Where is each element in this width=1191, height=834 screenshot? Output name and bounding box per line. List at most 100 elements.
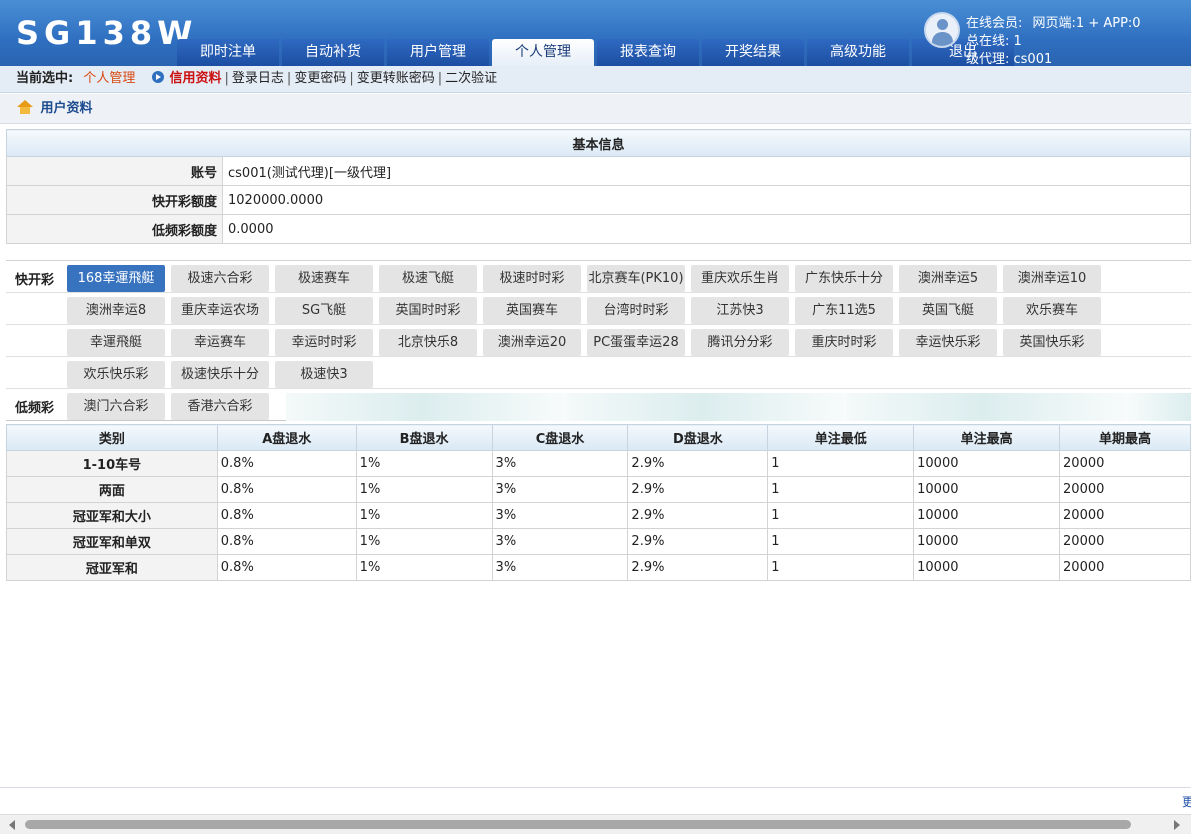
odds-cell: 1: [767, 554, 915, 581]
odds-category: 1-10车号: [6, 450, 218, 477]
link-separator: |: [224, 71, 229, 86]
basic-key: 低频彩额度: [6, 214, 223, 244]
game-button[interactable]: 幸运时时彩: [275, 329, 373, 356]
game-button[interactable]: 极速六合彩: [171, 265, 269, 292]
game-button[interactable]: 广东11选5: [795, 297, 893, 324]
sub-links: 信用资料 | 登录日志 | 变更密码 | 变更转账密码 | 二次验证: [170, 71, 498, 86]
nav-tab-5[interactable]: 开奖结果: [702, 39, 804, 66]
odds-cell: 0.8%: [216, 554, 357, 581]
game-button[interactable]: 幸运快乐彩: [899, 329, 997, 356]
game-button[interactable]: 幸运赛车: [171, 329, 269, 356]
odds-section: 类别 A盘退水 B盘退水 C盘退水 D盘退水 单注最低 单注最高 单期最高 1-10车号 0.8…: [6, 424, 1191, 581]
scroll-left-icon[interactable]: [9, 820, 15, 830]
slow-lottery-label: 低频彩: [15, 401, 55, 416]
game-button[interactable]: 澳门六合彩: [67, 393, 165, 420]
nav-tab-4[interactable]: 报表查询: [597, 39, 699, 66]
horizontal-scrollbar[interactable]: [0, 814, 1191, 834]
game-button[interactable]: 北京赛车(PK10): [587, 265, 685, 292]
odds-cell: 10000: [913, 502, 1061, 529]
game-button[interactable]: 英国赛车: [483, 297, 581, 324]
odds-cell: 20000: [1059, 502, 1191, 529]
sub-link-2[interactable]: 变更密码: [294, 71, 346, 86]
nav-tab-2[interactable]: 用户管理: [387, 39, 489, 66]
odds-category: 冠亚军和: [6, 554, 218, 581]
agent-name: 级代理: cs001: [966, 52, 1053, 67]
sub-link-0[interactable]: 信用资料: [170, 71, 222, 86]
game-button[interactable]: 北京快乐8: [379, 329, 477, 356]
odds-table: 类别 A盘退水 B盘退水 C盘退水 D盘退水 单注最低 单注最高 单期最高 1-10车号 0.8…: [6, 424, 1191, 581]
odds-cell: 20000: [1059, 450, 1191, 477]
game-button[interactable]: 广东快乐十分: [795, 265, 893, 292]
odds-cell: 0.8%: [216, 476, 357, 503]
nav-tab-1[interactable]: 自动补货: [282, 39, 384, 66]
online-members: 在线会员: 网页端:1 + APP:0: [966, 12, 1141, 31]
basic-value: cs001(测试代理)[一级代理]: [222, 156, 1191, 186]
game-button[interactable]: 极速快乐十分: [171, 361, 269, 388]
total-online: 总在线: 1: [966, 34, 1022, 49]
game-button[interactable]: 极速时时彩: [483, 265, 581, 292]
odds-header: 单期最高: [1059, 424, 1191, 451]
sub-nav: 当前选中: 个人管理 信用资料 | 登录日志 | 变更密码 | 变更转账密码 | 二次验证: [0, 66, 1191, 93]
odds-cell: 2.9%: [627, 554, 769, 581]
odds-cell: 1%: [355, 554, 493, 581]
game-button[interactable]: PC蛋蛋幸运28: [587, 329, 685, 356]
link-separator: |: [286, 71, 292, 86]
game-row: 欢乐快乐彩 极速快乐十分 极速快3: [6, 357, 1191, 389]
game-button[interactable]: 欢乐赛车: [1003, 297, 1101, 324]
sub-link-3[interactable]: 变更转账密码: [357, 71, 435, 86]
nav-tab-6[interactable]: 高级功能: [807, 39, 909, 66]
game-button[interactable]: 欢乐快乐彩: [67, 361, 165, 388]
sub-link-4[interactable]: 二次验证: [445, 71, 497, 86]
game-button[interactable]: 英国快乐彩: [1003, 329, 1101, 356]
game-button[interactable]: 重庆幸运农场: [171, 297, 269, 324]
game-button[interactable]: 重庆欢乐生肖: [691, 265, 789, 292]
odds-header: C盘退水: [491, 424, 629, 451]
game-button[interactable]: 腾讯分分彩: [691, 329, 789, 356]
nav-tab-0[interactable]: 即时注单: [177, 39, 279, 66]
online-value: 网页端:1 + APP:0: [1032, 16, 1141, 31]
odds-category: 冠亚军和单双: [6, 528, 218, 555]
game-button[interactable]: 极速赛车: [275, 265, 373, 292]
scroll-thumb[interactable]: [25, 820, 1131, 829]
odds-cell: 1%: [355, 528, 493, 555]
odds-cell: 3%: [491, 528, 629, 555]
game-button[interactable]: 澳洲幸运5: [899, 265, 997, 292]
odds-cell: 10000: [913, 528, 1061, 555]
basic-row: 账号 cs001(测试代理)[一级代理]: [6, 156, 1191, 186]
game-button[interactable]: 重庆时时彩: [795, 329, 893, 356]
game-button[interactable]: 澳洲幸运10: [1003, 265, 1101, 292]
game-button[interactable]: 幸運飛艇: [67, 329, 165, 356]
odds-cell: 1: [767, 502, 915, 529]
game-button[interactable]: 台湾时时彩: [587, 297, 685, 324]
main-nav: 即时注单 自动补货 用户管理 个人管理 报表查询 开奖结果 高级功能 退出: [177, 39, 1017, 66]
odds-cell: 20000: [1059, 528, 1191, 555]
nav-tab-3[interactable]: 个人管理: [492, 39, 594, 66]
scroll-right-icon[interactable]: [1174, 820, 1180, 830]
odds-cell: 0.8%: [216, 528, 357, 555]
game-button[interactable]: 香港六合彩: [171, 393, 269, 420]
odds-cell: 3%: [491, 450, 629, 477]
game-button[interactable]: 英国飞艇: [899, 297, 997, 324]
odds-header: 类别: [6, 424, 218, 451]
game-row: 快开彩 168幸運飛艇 极速六合彩 极速赛车 极速飞艇 极速时时彩 北京赛车(PK10) 重庆…: [6, 261, 1191, 293]
odds-cell: 1: [767, 476, 915, 503]
game-button[interactable]: 澳洲幸运8: [67, 297, 165, 324]
game-button[interactable]: 极速快3: [275, 361, 373, 388]
odds-cell: 2.9%: [627, 502, 769, 529]
game-button[interactable]: 极速飞艇: [379, 265, 477, 292]
game-button[interactable]: 英国时时彩: [379, 297, 477, 324]
game-button[interactable]: SG飞艇: [275, 297, 373, 324]
odds-cell: 10000: [913, 554, 1061, 581]
odds-cell: 10000: [913, 476, 1061, 503]
basic-key: 账号: [6, 156, 223, 186]
odds-cell: 2.9%: [627, 450, 769, 477]
sub-link-1[interactable]: 登录日志: [232, 71, 284, 86]
game-button[interactable]: 江苏快3: [691, 297, 789, 324]
game-button[interactable]: 168幸運飛艇: [67, 265, 165, 292]
fast-lottery-label: 快开彩: [15, 273, 55, 288]
odds-cell: 2.9%: [627, 528, 769, 555]
basic-row: 低频彩额度 0.0000: [6, 214, 1191, 244]
game-button[interactable]: 澳洲幸运20: [483, 329, 581, 356]
basic-row: 快开彩额度 1020000.0000: [6, 185, 1191, 215]
odds-cell: 1%: [355, 502, 493, 529]
